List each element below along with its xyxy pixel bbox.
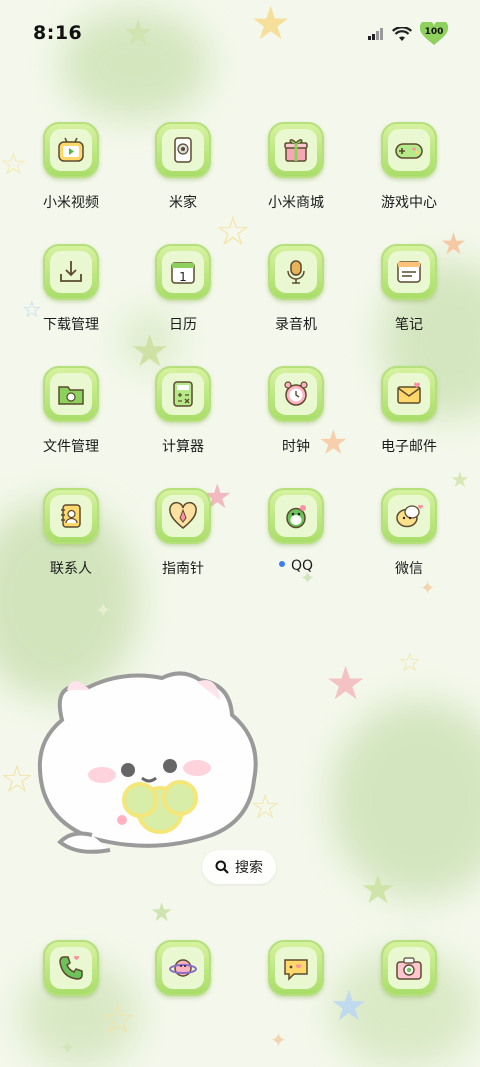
app-download-manager[interactable]: 下载管理 bbox=[16, 244, 126, 334]
calendar-day: 1 bbox=[179, 270, 187, 284]
folder-icon bbox=[43, 366, 99, 422]
gift-icon bbox=[268, 122, 324, 178]
home-device-icon bbox=[155, 122, 211, 178]
app-file-manager[interactable]: 文件管理 bbox=[16, 366, 126, 456]
search-button[interactable]: 搜索 bbox=[202, 850, 276, 884]
status-time: 8:16 bbox=[33, 22, 83, 44]
browser-planet-icon bbox=[155, 940, 211, 996]
search-label: 搜索 bbox=[235, 860, 263, 876]
app-wechat[interactable]: 微信 bbox=[354, 488, 464, 578]
app-label: 文件管理 bbox=[43, 439, 99, 455]
app-game-center[interactable]: 游戏中心 bbox=[354, 122, 464, 212]
calculator-icon bbox=[155, 366, 211, 422]
app-label: 联系人 bbox=[50, 561, 92, 577]
compass-icon bbox=[155, 488, 211, 544]
envelope-icon bbox=[381, 366, 437, 422]
app-mijia[interactable]: 米家 bbox=[128, 122, 238, 212]
app-clock[interactable]: 时钟 bbox=[241, 366, 351, 456]
status-bar: 8:16 100 bbox=[0, 0, 480, 64]
phone-icon bbox=[43, 940, 99, 996]
app-recorder[interactable]: 录音机 bbox=[241, 244, 351, 334]
qq-icon bbox=[268, 488, 324, 544]
notes-icon bbox=[381, 244, 437, 300]
download-icon bbox=[43, 244, 99, 300]
app-label: 笔记 bbox=[395, 317, 423, 333]
search-icon bbox=[215, 860, 229, 874]
app-xiaomi-video[interactable]: 小米视频 bbox=[16, 122, 126, 212]
app-label: 小米视频 bbox=[43, 195, 99, 211]
app-label: 日历 bbox=[169, 317, 197, 333]
alarm-clock-icon bbox=[268, 366, 324, 422]
dock-phone[interactable] bbox=[16, 940, 126, 996]
app-label: 米家 bbox=[169, 195, 197, 211]
app-label-text: QQ bbox=[290, 558, 314, 574]
contacts-icon bbox=[43, 488, 99, 544]
app-label: 电子邮件 bbox=[381, 439, 437, 455]
wifi-icon bbox=[392, 26, 412, 41]
app-contacts[interactable]: 联系人 bbox=[16, 488, 126, 578]
tv-icon bbox=[43, 122, 99, 178]
app-label: QQ bbox=[241, 558, 351, 574]
app-label: 下载管理 bbox=[43, 317, 99, 333]
gamepad-icon bbox=[381, 122, 437, 178]
camera-icon bbox=[381, 940, 437, 996]
app-xiaomi-store[interactable]: 小米商城 bbox=[241, 122, 351, 212]
battery-heart-icon: 100 bbox=[419, 20, 449, 46]
app-email[interactable]: 电子邮件 bbox=[354, 366, 464, 456]
signal-icon bbox=[368, 28, 383, 40]
app-calculator[interactable]: 计算器 bbox=[128, 366, 238, 456]
app-calendar[interactable]: 1 日历 bbox=[128, 244, 238, 334]
cat-illustration bbox=[37, 671, 258, 854]
app-qq[interactable]: QQ bbox=[241, 488, 351, 574]
app-label: 小米商城 bbox=[268, 195, 324, 211]
status-icons: 100 bbox=[368, 20, 449, 46]
calendar-icon: 1 bbox=[155, 244, 211, 300]
app-label: 录音机 bbox=[275, 317, 317, 333]
app-label: 计算器 bbox=[162, 439, 204, 455]
new-app-dot bbox=[278, 561, 285, 567]
app-label: 游戏中心 bbox=[381, 195, 437, 211]
messages-icon bbox=[268, 940, 324, 996]
dock-browser[interactable] bbox=[128, 940, 238, 996]
dock-camera[interactable] bbox=[354, 940, 464, 996]
wechat-icon bbox=[381, 488, 437, 544]
dock-messages[interactable] bbox=[241, 940, 351, 996]
app-label: 指南针 bbox=[162, 561, 204, 577]
app-compass[interactable]: 指南针 bbox=[128, 488, 238, 578]
battery-level: 100 bbox=[424, 27, 444, 37]
microphone-icon bbox=[268, 244, 324, 300]
app-label: 时钟 bbox=[282, 439, 310, 455]
app-label: 微信 bbox=[395, 561, 423, 577]
app-notes[interactable]: 笔记 bbox=[354, 244, 464, 334]
